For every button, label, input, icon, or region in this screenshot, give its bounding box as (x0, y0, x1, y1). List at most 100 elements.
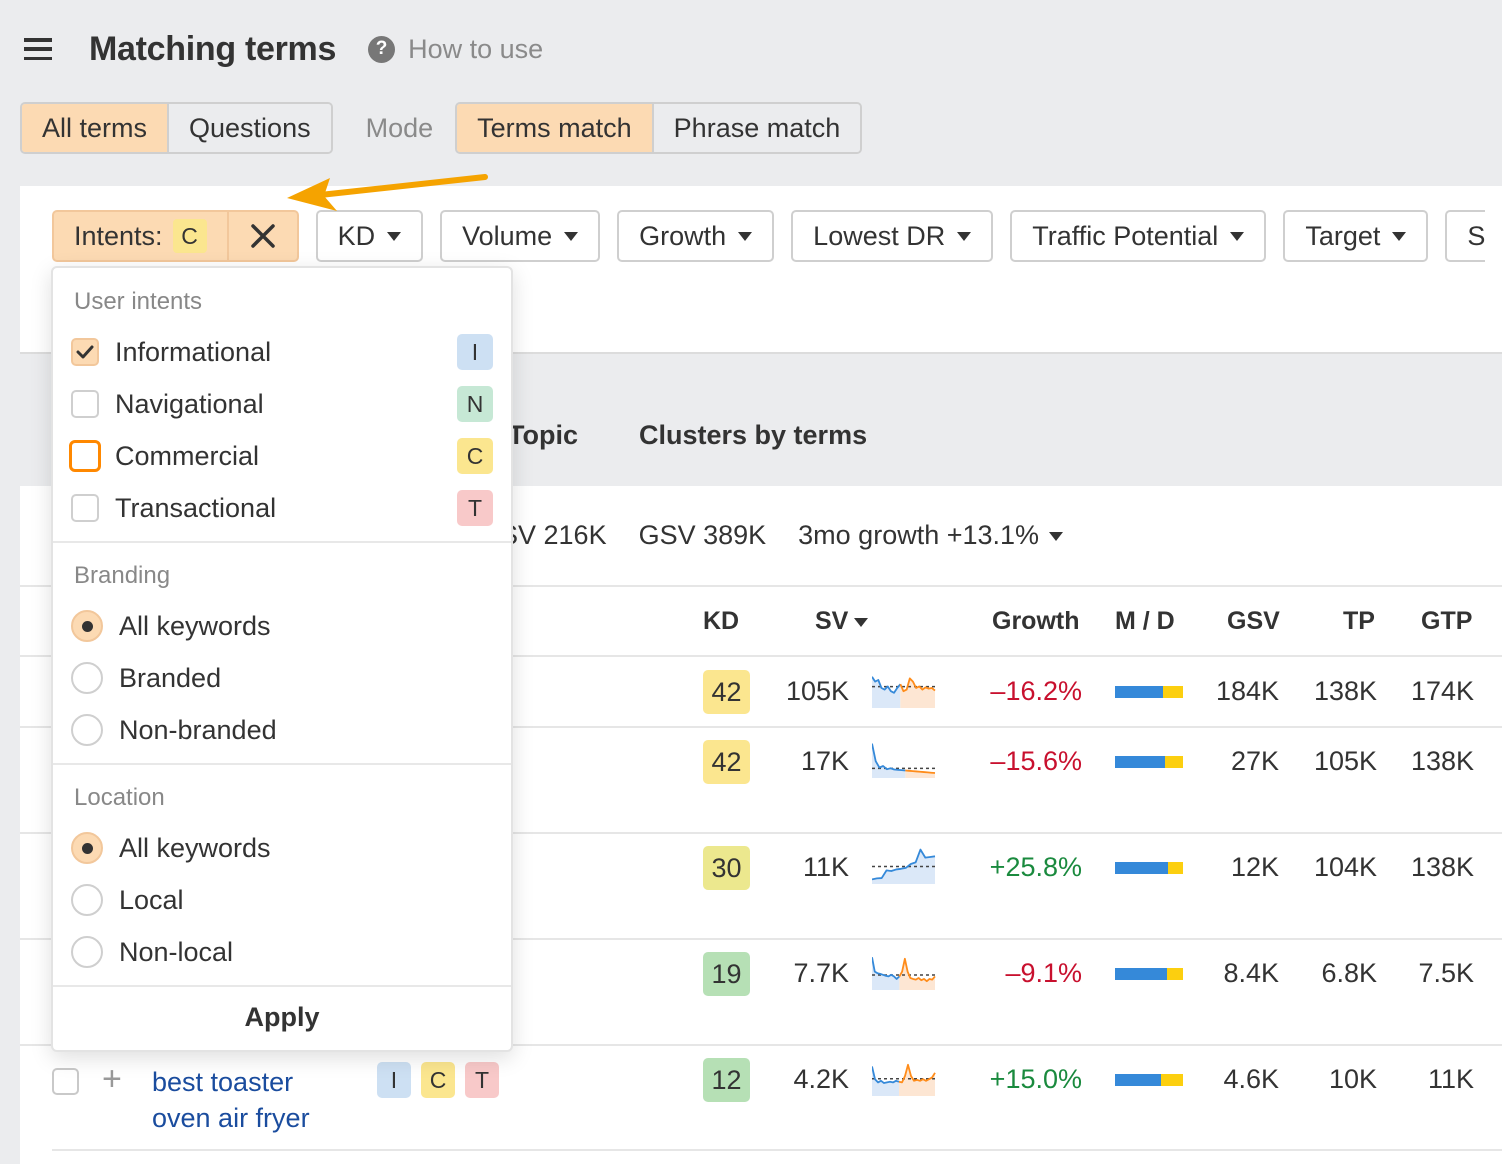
md-desktop-bar (1165, 756, 1183, 768)
kd-filter-button[interactable]: KD (315, 210, 424, 262)
option-navigational[interactable]: Navigational N (71, 384, 493, 424)
checkmark-icon (76, 345, 94, 359)
option-branding-all-keywords[interactable]: All keywords (71, 606, 493, 646)
option-label: Non-local (119, 936, 234, 967)
option-branded[interactable]: Branded (71, 658, 493, 698)
summary-growth-dropdown[interactable]: 3mo growth +13.1% (798, 520, 1064, 551)
intents-filter-button[interactable]: Intents: C (52, 210, 299, 262)
column-header-gsv[interactable]: GSV (1227, 607, 1280, 636)
option-label: All keywords (119, 610, 271, 641)
intent-tag-informational: I (457, 334, 493, 370)
add-to-list-plus-icon[interactable]: + (102, 1062, 122, 1096)
trend-area-past (872, 743, 906, 778)
trend-sparkline (872, 1063, 936, 1096)
apply-button[interactable]: Apply (53, 984, 511, 1050)
option-transactional[interactable]: Transactional T (71, 488, 493, 528)
radio-selected[interactable] (71, 832, 103, 864)
column-header-sv[interactable]: SV (815, 607, 869, 636)
column-header-tp[interactable]: TP (1343, 607, 1375, 636)
segment-questions[interactable]: Questions (167, 104, 331, 152)
checkbox[interactable] (71, 390, 99, 418)
radio[interactable] (71, 884, 103, 916)
hamburger-menu-icon[interactable] (24, 38, 52, 60)
option-commercial[interactable]: Commercial C (69, 436, 493, 476)
kd-filter-label: KD (337, 220, 376, 251)
md-desktop-bar (1162, 686, 1183, 698)
growth-filter-button[interactable]: Growth (617, 210, 775, 262)
target-filter-button[interactable]: Target (1283, 210, 1429, 262)
option-location-all-keywords[interactable]: All keywords (71, 828, 493, 868)
section-title-location: Location (74, 784, 165, 811)
md-bar (1115, 756, 1183, 768)
trend-area-past (872, 957, 900, 990)
md-bar (1115, 862, 1183, 874)
annotation-arrow-icon (287, 174, 488, 211)
md-mobile-bar (1115, 968, 1167, 980)
gsv-value: 184K (1215, 676, 1279, 706)
intents-dropdown: User intents Informational I Navigationa… (51, 266, 513, 1052)
caret-down-icon (1392, 231, 1407, 241)
how-to-use-link[interactable]: ? How to use (368, 34, 543, 65)
volume-filter-label: Volume (462, 220, 553, 251)
segment-terms-match[interactable]: Terms match (457, 104, 652, 152)
caret-down-icon (564, 231, 579, 241)
intent-tag-navigational: N (457, 386, 493, 422)
tp-value: 138K (1313, 676, 1377, 706)
column-header-gtp[interactable]: GTP (1421, 607, 1472, 636)
radio-selected[interactable] (71, 610, 103, 642)
md-desktop-bar (1161, 1074, 1183, 1086)
gtp-value: 11K (1427, 1064, 1474, 1094)
md-bar (1115, 686, 1183, 698)
column-header-growth[interactable]: Growth (992, 607, 1080, 636)
tab-clusters-by-terms[interactable]: Clusters by terms (639, 420, 867, 451)
gsv-value: 8.4K (1223, 958, 1279, 988)
gtp-value: 7.5K (1418, 958, 1474, 988)
trend-sparkline (872, 848, 936, 884)
traffic-potential-filter-button[interactable]: Traffic Potential (1010, 210, 1267, 262)
match-mode-toggle: Terms match Phrase match (455, 102, 863, 154)
kd-badge: 42 (703, 740, 750, 784)
mode-label: Mode (365, 112, 434, 143)
row-checkbox[interactable] (52, 1068, 79, 1095)
lowest-dr-filter-button[interactable]: Lowest DR (791, 210, 994, 262)
section-title-user-intents: User intents (74, 288, 203, 315)
intents-filter-label: Intents: C (54, 212, 227, 260)
kd-badge: 19 (703, 952, 750, 996)
option-local[interactable]: Local (71, 880, 493, 920)
tab-topic[interactable]: Topic (508, 420, 578, 451)
summary-bar: SV 216K GSV 389K 3mo growth +13.1% (500, 520, 1064, 551)
md-mobile-bar (1115, 1074, 1162, 1086)
column-header-sv-label: SV (815, 607, 849, 635)
checkbox-focused[interactable] (69, 440, 101, 472)
clear-filter-button[interactable] (226, 212, 297, 260)
segment-all-terms[interactable]: All terms (22, 104, 168, 152)
option-informational[interactable]: Informational I (71, 332, 493, 372)
checkbox[interactable] (71, 494, 99, 522)
radio[interactable] (71, 936, 103, 968)
option-label: Non-branded (119, 714, 277, 745)
column-header-kd[interactable]: KD (703, 607, 739, 636)
help-question-icon: ? (368, 35, 396, 63)
column-header-md[interactable]: M / D (1115, 607, 1175, 636)
trend-line-past (872, 1066, 900, 1084)
trend-sparkline (872, 743, 936, 778)
tp-value: 105K (1313, 746, 1377, 776)
intent-tag-transactional: T (457, 490, 493, 526)
md-mobile-bar (1115, 686, 1163, 698)
kd-badge: 12 (703, 1058, 750, 1102)
radio[interactable] (71, 714, 103, 746)
gsv-value: 27K (1230, 746, 1279, 776)
option-non-branded[interactable]: Non-branded (71, 710, 493, 750)
caret-down-icon (1049, 532, 1064, 542)
radio[interactable] (71, 662, 103, 694)
segment-phrase-match[interactable]: Phrase match (651, 104, 861, 152)
option-non-local[interactable]: Non-local (71, 932, 493, 972)
intents-label-text: Intents: (74, 220, 163, 251)
more-filter-button[interactable]: S (1445, 210, 1486, 262)
checkbox-checked[interactable] (71, 338, 99, 366)
keyword-link[interactable]: best toaster oven air fryer (152, 1064, 310, 1136)
option-label: Local (119, 884, 184, 915)
caret-down-icon (387, 231, 402, 241)
divider (52, 1149, 1502, 1151)
volume-filter-button[interactable]: Volume (440, 210, 601, 262)
